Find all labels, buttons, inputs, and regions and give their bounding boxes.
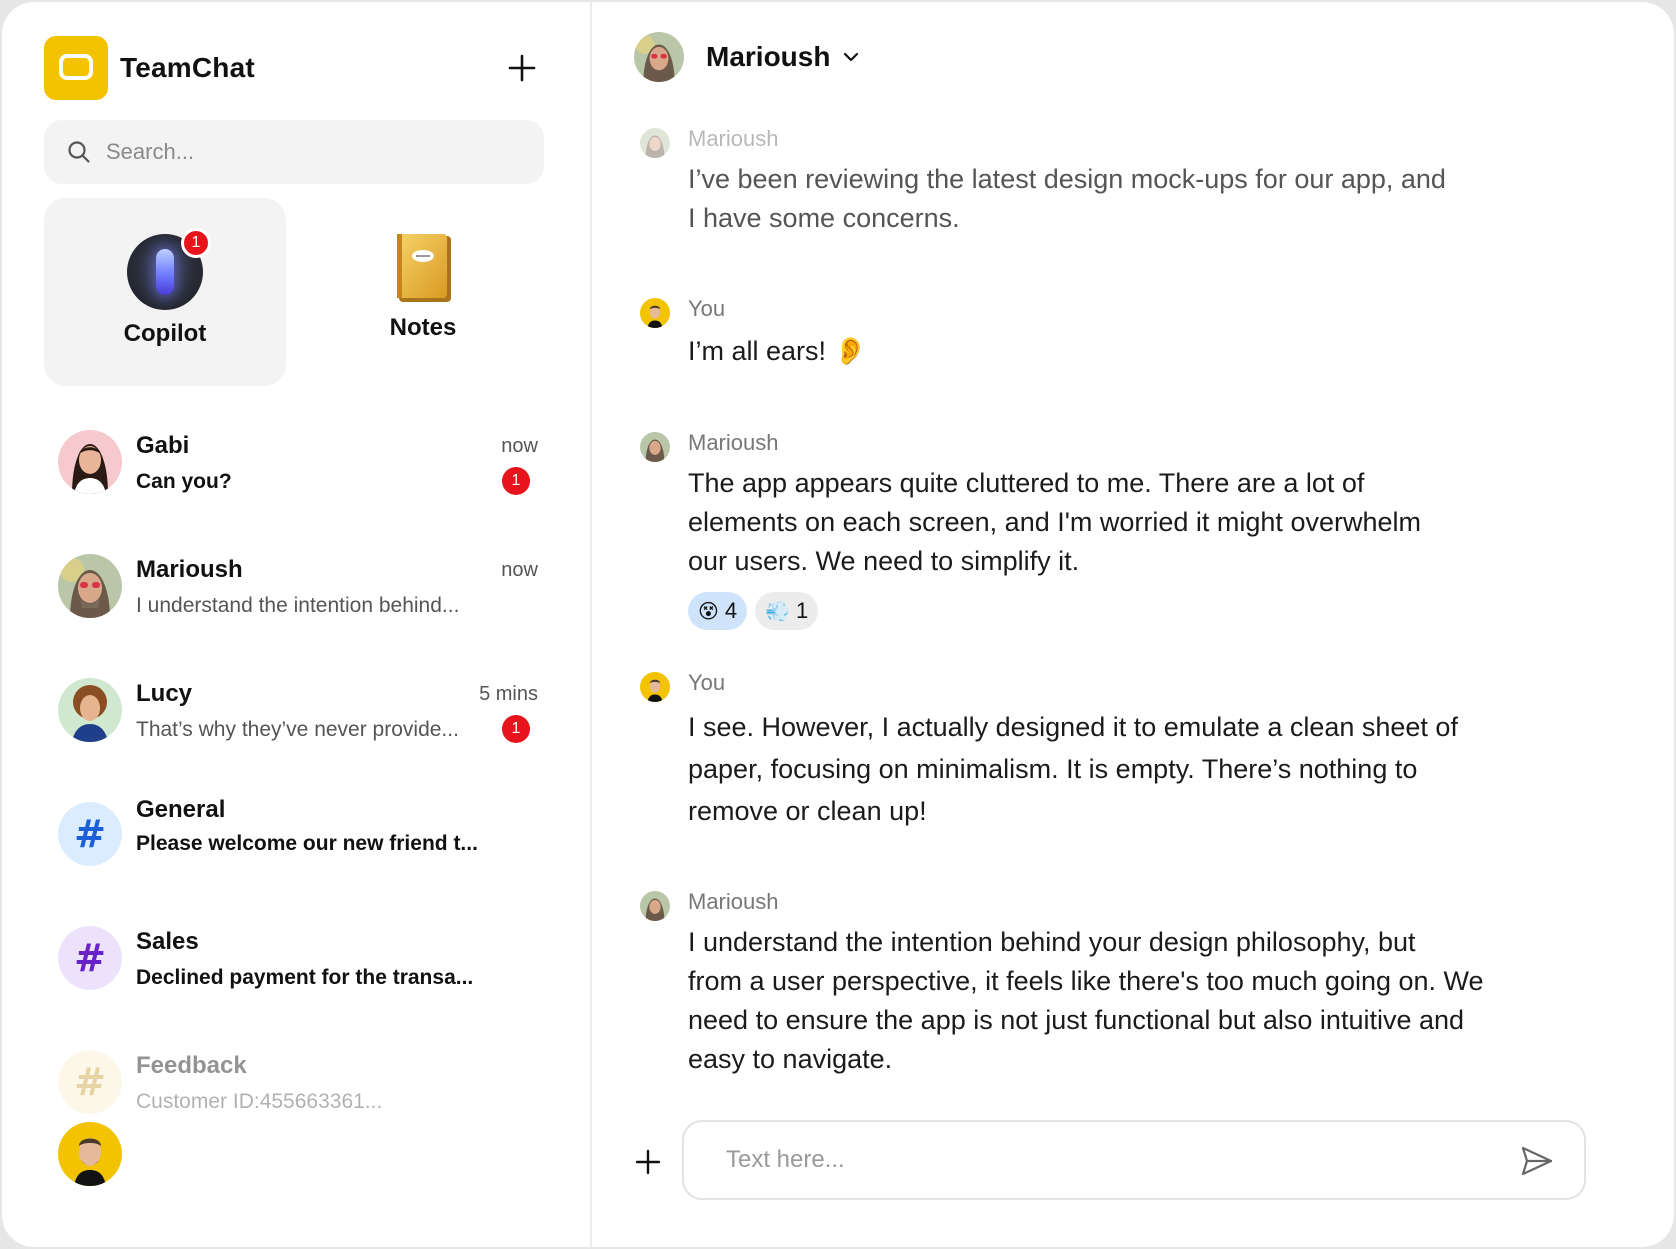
chat-name: Lucy xyxy=(136,680,193,707)
reaction-bar: 😵 4 💨 1 xyxy=(688,592,819,630)
brand: TeamChat xyxy=(44,36,255,100)
sidebar: TeamChat 1 Copilot xyxy=(2,2,592,1247)
send-icon[interactable] xyxy=(1518,1142,1556,1180)
plus-icon xyxy=(508,54,536,82)
teamchat-logo-icon xyxy=(44,36,108,100)
avatar xyxy=(640,128,670,158)
chat-item-general[interactable]: # General Please welcome our new friend … xyxy=(44,788,544,912)
message-author: You xyxy=(688,670,726,695)
avatar xyxy=(640,298,670,328)
avatar xyxy=(640,891,670,921)
chat-time: now xyxy=(501,559,538,581)
hash-icon: # xyxy=(58,1050,122,1114)
unread-badge: 1 xyxy=(502,467,530,495)
current-user-avatar[interactable] xyxy=(58,1122,122,1186)
chat-preview: I understand the intention behind... xyxy=(136,594,460,617)
message-composer xyxy=(682,1120,1586,1200)
channel-avatar: # xyxy=(58,802,122,866)
new-chat-button[interactable] xyxy=(502,48,542,88)
search-icon xyxy=(68,141,90,163)
shortcut-label: Notes xyxy=(389,314,457,341)
conversation-header[interactable]: Marioush xyxy=(634,32,862,82)
conversation-title: Marioush xyxy=(706,41,831,72)
message-text: The app appears quite cluttered to me. T… xyxy=(688,468,1421,576)
avatar xyxy=(58,430,122,494)
app-name: TeamChat xyxy=(120,52,255,83)
notes-icon xyxy=(393,232,453,304)
message-author: Marioush xyxy=(688,430,779,455)
avatar xyxy=(58,678,122,742)
search-input[interactable] xyxy=(106,139,526,165)
chat-list: Gabi Can you? now 1 Marioush I understan… xyxy=(44,416,544,1160)
chat-preview: Please welcome our new friend t... xyxy=(136,832,478,855)
chat-item-sales[interactable]: # Sales Declined payment for the transa.… xyxy=(44,912,544,1036)
chevron-down-icon xyxy=(844,52,859,62)
chat-name: General xyxy=(136,796,226,823)
unread-badge: 1 xyxy=(502,715,530,743)
avatar xyxy=(634,32,684,82)
chat-preview: Can you? xyxy=(136,470,232,493)
hash-icon: # xyxy=(58,926,122,990)
shortcut-copilot[interactable]: 1 Copilot xyxy=(44,198,286,386)
app-window: TeamChat 1 Copilot xyxy=(2,2,1674,1247)
attach-button[interactable] xyxy=(628,1142,668,1182)
chat-preview: Declined payment for the transa... xyxy=(136,966,474,989)
reaction-count: 1 xyxy=(796,598,809,623)
shortcut-label: Copilot xyxy=(123,320,207,347)
chat-time: 5 mins xyxy=(479,683,538,705)
chat-name: Sales xyxy=(136,928,199,955)
message-text: I understand the intention behind your d… xyxy=(688,927,1484,1074)
chat-preview: That’s why they’ve never provide... xyxy=(136,718,459,741)
reaction-chip-dizzy[interactable]: 😵 4 xyxy=(688,592,748,630)
chat-preview: Customer ID:455663361... xyxy=(136,1090,383,1113)
chat-time: now xyxy=(501,435,538,457)
reaction-chip-wind[interactable]: 💨 1 xyxy=(755,592,819,630)
copilot-unread-badge: 1 xyxy=(181,228,211,258)
message-text: I’m all ears! 👂 xyxy=(688,336,868,366)
shortcut-notes[interactable]: Notes xyxy=(302,198,544,386)
dash-icon: 💨 xyxy=(765,600,791,623)
avatar xyxy=(640,432,670,462)
plus-icon xyxy=(635,1149,661,1175)
chat-item-marioush[interactable]: Marioush I understand the intention behi… xyxy=(44,540,544,664)
chat-item-gabi[interactable]: Gabi Can you? now 1 xyxy=(44,416,544,540)
message-text: I see. However, I actually designed it t… xyxy=(688,712,1458,826)
dizzy-face-icon: 😵 xyxy=(698,600,719,623)
conversation-pane: Marioush Marioush I’ve been reviewing th… xyxy=(592,2,1674,1247)
avatar xyxy=(640,672,670,702)
search-box xyxy=(44,120,544,184)
message-author: You xyxy=(688,296,726,321)
chat-name: Marioush xyxy=(136,556,243,583)
chat-name: Feedback xyxy=(136,1052,247,1079)
hash-icon: # xyxy=(58,802,122,866)
message-author: Marioush xyxy=(688,126,779,151)
chat-name: Gabi xyxy=(136,432,190,459)
chat-item-lucy[interactable]: Lucy That’s why they’ve never provide...… xyxy=(44,664,544,788)
message-text: I’ve been reviewing the latest design mo… xyxy=(688,164,1446,233)
avatar xyxy=(58,554,122,618)
copilot-icon: 1 xyxy=(127,228,211,310)
channel-avatar: # xyxy=(58,926,122,990)
reaction-count: 4 xyxy=(724,598,738,623)
message-input[interactable] xyxy=(726,1146,1486,1174)
channel-avatar: # xyxy=(58,1050,122,1114)
message-author: Marioush xyxy=(688,889,779,914)
